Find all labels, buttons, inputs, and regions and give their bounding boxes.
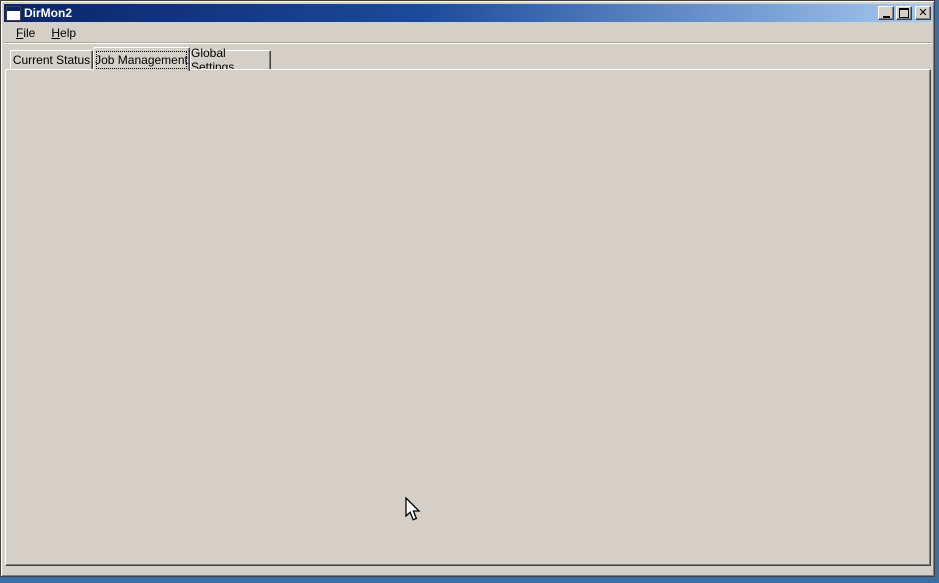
minimize-button[interactable] <box>878 6 894 20</box>
menu-bar: File Help <box>4 23 933 42</box>
app-window: DirMon2 ✕ File Help Current Status Job M… <box>0 0 935 577</box>
window-title: DirMon2 <box>24 6 72 20</box>
menu-separator <box>4 42 933 44</box>
title-bar[interactable]: DirMon2 ✕ <box>4 4 933 22</box>
tab-label: Current Status <box>13 53 90 67</box>
tab-label: Job Management <box>95 53 188 67</box>
app-icon <box>6 6 21 21</box>
close-icon: ✕ <box>918 7 927 18</box>
menu-file[interactable]: File <box>9 24 42 42</box>
menu-help[interactable]: Help <box>44 24 83 42</box>
tab-current-status[interactable]: Current Status <box>10 50 93 70</box>
close-button[interactable]: ✕ <box>915 6 931 20</box>
maximize-button[interactable] <box>896 6 912 20</box>
maximize-icon <box>899 8 909 18</box>
minimize-icon <box>883 16 890 18</box>
desktop: DirMon2 ✕ File Help Current Status Job M… <box>0 0 939 583</box>
job-management-page <box>5 69 931 566</box>
tab-job-management[interactable]: Job Management <box>93 47 190 71</box>
tab-global-settings[interactable]: Global Settings <box>190 50 271 70</box>
